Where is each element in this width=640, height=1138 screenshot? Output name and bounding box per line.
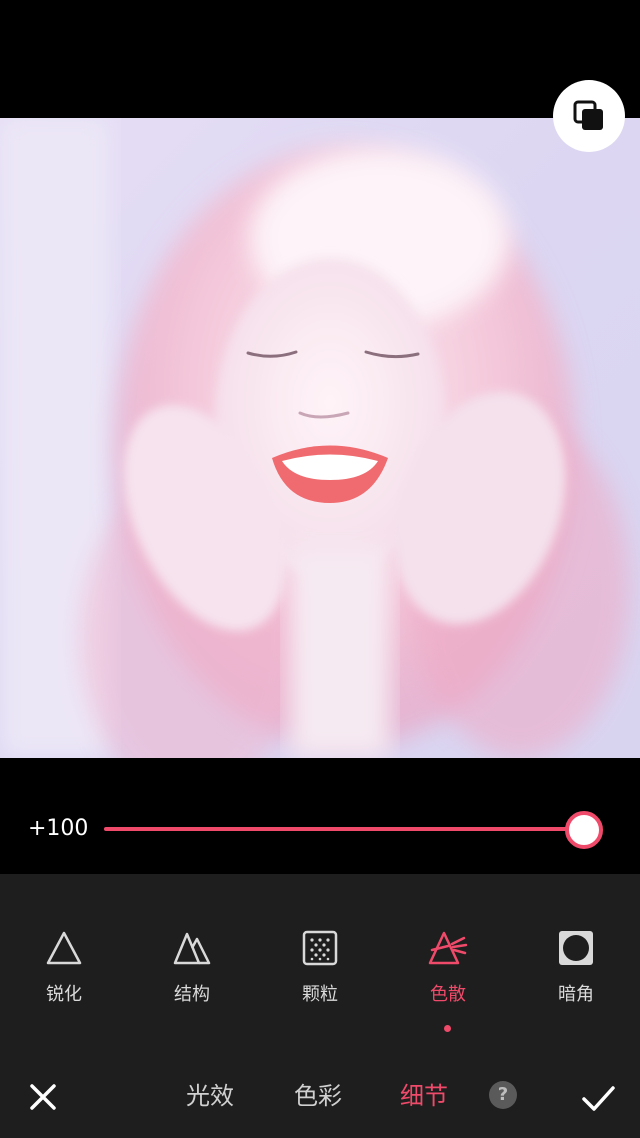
- confirm-button[interactable]: [578, 1078, 618, 1118]
- close-icon: [30, 1084, 56, 1110]
- tab-light[interactable]: 光效: [186, 1076, 234, 1111]
- tool-vignette[interactable]: 暗角: [526, 918, 626, 1008]
- help-button[interactable]: ?: [489, 1081, 517, 1109]
- tab-color[interactable]: 色彩: [294, 1076, 342, 1111]
- triangle-icon: [46, 931, 82, 965]
- slider-value: +100: [28, 816, 89, 841]
- tool-dispersion[interactable]: 色散: [398, 918, 498, 1008]
- detail-tools: 锐化 结构 颗粒 色散 暗角: [0, 918, 640, 1018]
- check-icon: [582, 1086, 615, 1111]
- prism-icon: [428, 931, 468, 965]
- photo-image: [0, 118, 640, 758]
- active-tool-indicator: [444, 1025, 451, 1032]
- photo-preview: [0, 118, 640, 758]
- tool-structure[interactable]: 结构: [142, 918, 242, 1008]
- compare-button[interactable]: [553, 80, 625, 152]
- slider-track[interactable]: [104, 827, 584, 831]
- tool-label: 颗粒: [302, 984, 338, 1005]
- intensity-slider-row: +100: [0, 790, 640, 870]
- mountains-icon: [173, 932, 211, 965]
- slider-thumb[interactable]: [565, 811, 603, 849]
- close-button[interactable]: [24, 1078, 62, 1116]
- tool-sharpen[interactable]: 锐化: [14, 918, 114, 1008]
- vignette-icon: [559, 931, 593, 965]
- tool-label: 锐化: [46, 984, 82, 1005]
- tool-label: 色散: [430, 984, 466, 1005]
- grain-icon: [302, 930, 338, 966]
- bottom-bar: 光效 色彩 细节 ?: [0, 1060, 640, 1130]
- compare-icon: [573, 100, 603, 130]
- tool-grain[interactable]: 颗粒: [270, 918, 370, 1008]
- tab-detail[interactable]: 细节: [400, 1076, 448, 1111]
- tool-label: 结构: [174, 984, 210, 1005]
- tool-label: 暗角: [558, 984, 594, 1005]
